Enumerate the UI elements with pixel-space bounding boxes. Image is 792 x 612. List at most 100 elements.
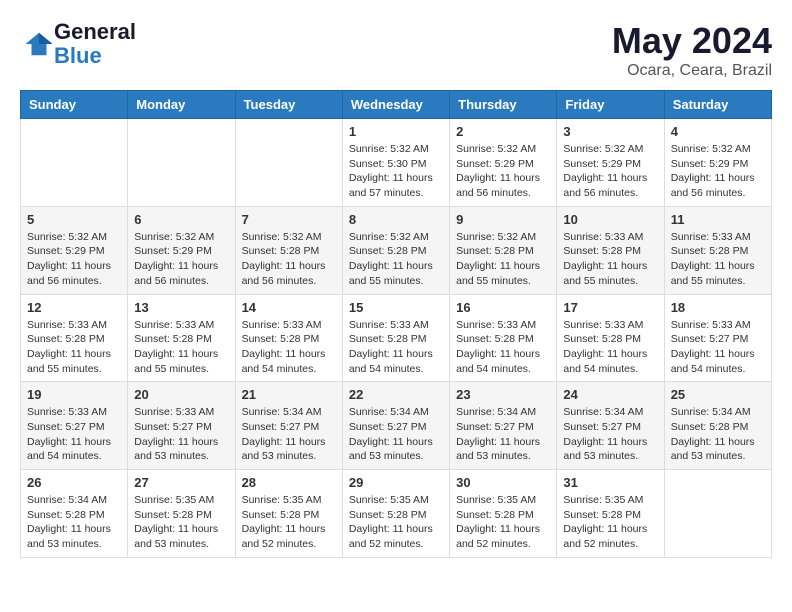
day-info: Sunrise: 5:33 AM Sunset: 5:28 PM Dayligh…	[134, 318, 228, 377]
weekday-header-row: SundayMondayTuesdayWednesdayThursdayFrid…	[21, 91, 772, 119]
day-cell: 8 Sunrise: 5:32 AM Sunset: 5:28 PM Daylig…	[342, 206, 449, 294]
day-number: 13	[134, 300, 228, 315]
day-cell: 16 Sunrise: 5:33 AM Sunset: 5:28 PM Dayli…	[450, 294, 557, 382]
day-info: Sunrise: 5:32 AM Sunset: 5:29 PM Dayligh…	[563, 142, 657, 201]
day-cell: 19 Sunrise: 5:33 AM Sunset: 5:27 PM Dayli…	[21, 382, 128, 470]
day-info: Sunrise: 5:32 AM Sunset: 5:28 PM Dayligh…	[242, 230, 336, 289]
day-number: 25	[671, 387, 765, 402]
day-cell: 7 Sunrise: 5:32 AM Sunset: 5:28 PM Daylig…	[235, 206, 342, 294]
day-number: 2	[456, 124, 550, 139]
week-row-3: 12 Sunrise: 5:33 AM Sunset: 5:28 PM Dayli…	[21, 294, 772, 382]
day-number: 7	[242, 212, 336, 227]
day-cell: 15 Sunrise: 5:33 AM Sunset: 5:28 PM Dayli…	[342, 294, 449, 382]
day-info: Sunrise: 5:35 AM Sunset: 5:28 PM Dayligh…	[349, 493, 443, 552]
day-info: Sunrise: 5:33 AM Sunset: 5:27 PM Dayligh…	[671, 318, 765, 377]
calendar: SundayMondayTuesdayWednesdayThursdayFrid…	[20, 90, 772, 558]
day-number: 21	[242, 387, 336, 402]
day-info: Sunrise: 5:34 AM Sunset: 5:27 PM Dayligh…	[242, 405, 336, 464]
day-cell: 3 Sunrise: 5:32 AM Sunset: 5:29 PM Daylig…	[557, 119, 664, 207]
day-info: Sunrise: 5:33 AM Sunset: 5:28 PM Dayligh…	[456, 318, 550, 377]
day-info: Sunrise: 5:32 AM Sunset: 5:29 PM Dayligh…	[671, 142, 765, 201]
day-info: Sunrise: 5:33 AM Sunset: 5:28 PM Dayligh…	[349, 318, 443, 377]
day-number: 5	[27, 212, 121, 227]
day-cell: 18 Sunrise: 5:33 AM Sunset: 5:27 PM Dayli…	[664, 294, 771, 382]
day-number: 31	[563, 475, 657, 490]
week-row-4: 19 Sunrise: 5:33 AM Sunset: 5:27 PM Dayli…	[21, 382, 772, 470]
day-cell: 14Sunrise: 5:33 AM Sunset: 5:28 PM Dayli…	[235, 294, 342, 382]
week-row-2: 5 Sunrise: 5:32 AM Sunset: 5:29 PM Daylig…	[21, 206, 772, 294]
day-cell: 28Sunrise: 5:35 AM Sunset: 5:28 PM Dayli…	[235, 470, 342, 558]
day-info: Sunrise: 5:33 AM Sunset: 5:27 PM Dayligh…	[27, 405, 121, 464]
weekday-header-monday: Monday	[128, 91, 235, 119]
day-info: Sunrise: 5:33 AM Sunset: 5:28 PM Dayligh…	[671, 230, 765, 289]
day-number: 12	[27, 300, 121, 315]
weekday-header-thursday: Thursday	[450, 91, 557, 119]
day-info: Sunrise: 5:34 AM Sunset: 5:27 PM Dayligh…	[563, 405, 657, 464]
location: Ocara, Ceara, Brazil	[612, 62, 772, 80]
day-number: 15	[349, 300, 443, 315]
day-cell: 26Sunrise: 5:34 AM Sunset: 5:28 PM Dayli…	[21, 470, 128, 558]
day-number: 10	[563, 212, 657, 227]
day-info: Sunrise: 5:33 AM Sunset: 5:28 PM Dayligh…	[27, 318, 121, 377]
day-info: Sunrise: 5:35 AM Sunset: 5:28 PM Dayligh…	[242, 493, 336, 552]
month-title: May 2024	[612, 20, 772, 62]
day-cell: 29Sunrise: 5:35 AM Sunset: 5:28 PM Dayli…	[342, 470, 449, 558]
day-number: 30	[456, 475, 550, 490]
weekday-header-friday: Friday	[557, 91, 664, 119]
day-cell	[235, 119, 342, 207]
day-number: 8	[349, 212, 443, 227]
weekday-header-tuesday: Tuesday	[235, 91, 342, 119]
day-cell	[664, 470, 771, 558]
day-number: 9	[456, 212, 550, 227]
day-cell: 4 Sunrise: 5:32 AM Sunset: 5:29 PM Daylig…	[664, 119, 771, 207]
day-info: Sunrise: 5:32 AM Sunset: 5:30 PM Dayligh…	[349, 142, 443, 201]
day-number: 26	[27, 475, 121, 490]
weekday-header-sunday: Sunday	[21, 91, 128, 119]
day-number: 20	[134, 387, 228, 402]
week-row-5: 26Sunrise: 5:34 AM Sunset: 5:28 PM Dayli…	[21, 470, 772, 558]
day-info: Sunrise: 5:34 AM Sunset: 5:28 PM Dayligh…	[671, 405, 765, 464]
day-cell: 9 Sunrise: 5:32 AM Sunset: 5:28 PM Daylig…	[450, 206, 557, 294]
day-cell: 13 Sunrise: 5:33 AM Sunset: 5:28 PM Dayli…	[128, 294, 235, 382]
day-cell	[21, 119, 128, 207]
day-cell: 23 Sunrise: 5:34 AM Sunset: 5:27 PM Dayli…	[450, 382, 557, 470]
day-info: Sunrise: 5:34 AM Sunset: 5:27 PM Dayligh…	[456, 405, 550, 464]
day-cell: 12 Sunrise: 5:33 AM Sunset: 5:28 PM Dayli…	[21, 294, 128, 382]
day-cell: 5 Sunrise: 5:32 AM Sunset: 5:29 PM Daylig…	[21, 206, 128, 294]
logo-line1: General	[54, 20, 136, 44]
day-info: Sunrise: 5:35 AM Sunset: 5:28 PM Dayligh…	[563, 493, 657, 552]
day-info: Sunrise: 5:33 AM Sunset: 5:27 PM Dayligh…	[134, 405, 228, 464]
day-number: 16	[456, 300, 550, 315]
week-row-1: 1 Sunrise: 5:32 AM Sunset: 5:30 PM Daylig…	[21, 119, 772, 207]
day-number: 24	[563, 387, 657, 402]
day-info: Sunrise: 5:32 AM Sunset: 5:29 PM Dayligh…	[456, 142, 550, 201]
day-cell: 17Sunrise: 5:33 AM Sunset: 5:28 PM Dayli…	[557, 294, 664, 382]
day-number: 22	[349, 387, 443, 402]
day-cell: 22 Sunrise: 5:34 AM Sunset: 5:27 PM Dayli…	[342, 382, 449, 470]
day-info: Sunrise: 5:32 AM Sunset: 5:28 PM Dayligh…	[349, 230, 443, 289]
logo-line2: Blue	[54, 44, 136, 68]
day-cell: 11Sunrise: 5:33 AM Sunset: 5:28 PM Dayli…	[664, 206, 771, 294]
day-number: 17	[563, 300, 657, 315]
logo-icon	[24, 29, 54, 59]
day-cell: 1 Sunrise: 5:32 AM Sunset: 5:30 PM Daylig…	[342, 119, 449, 207]
day-number: 18	[671, 300, 765, 315]
weekday-header-saturday: Saturday	[664, 91, 771, 119]
day-cell: 2 Sunrise: 5:32 AM Sunset: 5:29 PM Daylig…	[450, 119, 557, 207]
day-number: 3	[563, 124, 657, 139]
day-number: 19	[27, 387, 121, 402]
day-info: Sunrise: 5:35 AM Sunset: 5:28 PM Dayligh…	[134, 493, 228, 552]
day-number: 6	[134, 212, 228, 227]
day-info: Sunrise: 5:33 AM Sunset: 5:28 PM Dayligh…	[242, 318, 336, 377]
day-info: Sunrise: 5:32 AM Sunset: 5:29 PM Dayligh…	[27, 230, 121, 289]
day-info: Sunrise: 5:32 AM Sunset: 5:28 PM Dayligh…	[456, 230, 550, 289]
day-number: 1	[349, 124, 443, 139]
day-info: Sunrise: 5:34 AM Sunset: 5:27 PM Dayligh…	[349, 405, 443, 464]
day-number: 23	[456, 387, 550, 402]
day-cell: 31 Sunrise: 5:35 AM Sunset: 5:28 PM Dayli…	[557, 470, 664, 558]
day-cell: 27Sunrise: 5:35 AM Sunset: 5:28 PM Dayli…	[128, 470, 235, 558]
day-cell: 30Sunrise: 5:35 AM Sunset: 5:28 PM Dayli…	[450, 470, 557, 558]
day-number: 4	[671, 124, 765, 139]
day-cell: 25 Sunrise: 5:34 AM Sunset: 5:28 PM Dayli…	[664, 382, 771, 470]
day-cell	[128, 119, 235, 207]
